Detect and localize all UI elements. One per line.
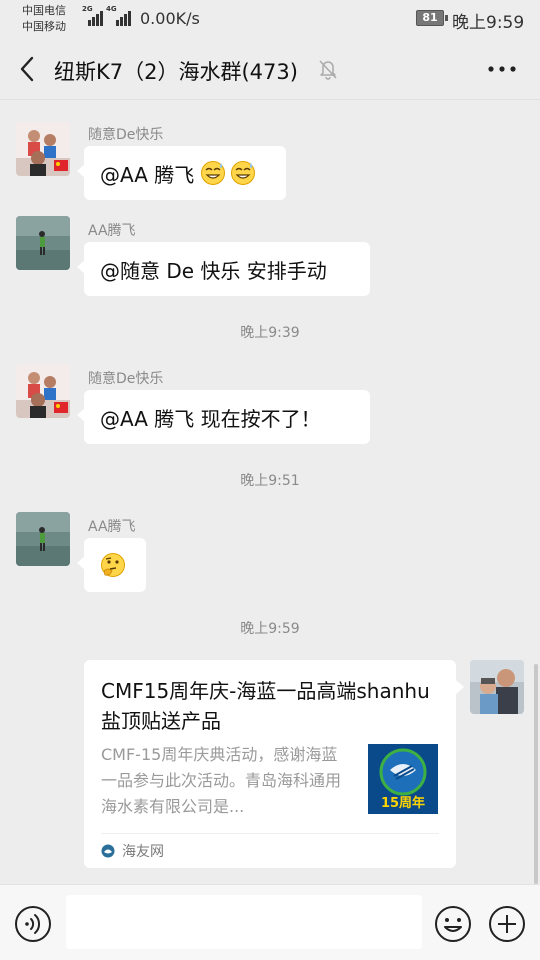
more-button[interactable] [486,60,518,78]
sender-name: AA腾飞 [88,223,136,239]
message-text: @AA 腾飞 [100,162,195,187]
link-card-source: 海友网 [122,844,164,860]
voice-button[interactable] [14,905,52,943]
signal-icon-2: 4G [106,5,132,26]
carrier-names: 中国电信 中国移动 [22,3,66,35]
input-bar [0,884,540,960]
timestamp: 晚上9:59 [240,621,300,637]
status-bar: 中国电信 中国移动 2G 4G 0.00K/s 81 晚上9:59 [0,0,540,38]
timestamp: 晚上9:51 [240,473,300,489]
link-card[interactable]: CMF15周年庆-海蓝一品高端shanhu盐顶贴送产品 CMF-15周年庆典活动… [84,660,464,868]
smiley-icon [435,906,471,942]
battery-icon: 81 [416,10,448,26]
avatar-aa[interactable] [16,512,70,566]
battery-level: 81 [422,11,438,24]
emoji-button[interactable] [434,905,472,943]
sender-name: AA腾飞 [88,519,136,535]
message-bubble[interactable]: @AA 腾飞 [77,146,286,200]
chat-header: 纽斯K7（2）海水群(473) [0,38,540,100]
carrier-mobile: 中国移动 [22,20,66,33]
grin-sweat-emoji-icon [230,160,256,186]
bell-off-icon [318,58,338,80]
status-clock: 晚上9:59 [452,13,525,33]
grin-sweat-emoji-icon [200,160,226,186]
source-logo-icon [101,843,115,858]
plus-circle-icon [489,906,525,942]
chat-title: 纽斯K7（2）海水群(473) [54,60,298,84]
timestamp: 晚上9:39 [240,325,300,341]
network-type-2: 4G [106,5,117,13]
link-card-description: CMF-15周年庆典活动，感谢海蓝一品参与此次活动。青岛海科通用海水素有限公司是… [101,745,342,816]
network-speed: 0.00K/s [140,9,200,28]
avatar-aa[interactable] [16,216,70,270]
voice-icon [15,906,51,942]
message-input[interactable] [66,895,422,949]
back-button[interactable] [14,52,44,86]
link-card-title: CMF15周年庆-海蓝一品高端shanhu盐顶贴送产品 [101,679,430,733]
carrier-telecom: 中国电信 [22,4,66,17]
link-card-thumb-label: 15周年 [380,796,426,811]
thinking-emoji-icon [100,552,126,578]
signal-icon-1: 2G [82,5,104,26]
avatar-suiyi[interactable] [16,364,70,418]
message-bubble[interactable] [77,538,146,592]
message-bubble[interactable]: @AA 腾飞 现在按不了！ [77,390,370,444]
sender-name: 随意De快乐 [88,371,164,387]
scrollbar[interactable] [534,664,538,884]
sender-name: 随意De快乐 [88,127,164,143]
link-card-divider [101,833,439,834]
link-card-thumbnail: 15周年 [368,744,438,814]
network-type-1: 2G [82,5,93,13]
message-bubble[interactable]: @随意 De 快乐 安排手动 [77,242,370,296]
more-dots-icon [488,66,516,72]
avatar-self[interactable] [470,660,524,714]
chevron-left-icon [20,56,34,82]
message-text: @随意 De 快乐 安排手动 [100,258,327,283]
plus-button[interactable] [488,905,526,943]
avatar-suiyi[interactable] [16,122,70,176]
message-text: @AA 腾飞 现在按不了！ [100,406,321,431]
